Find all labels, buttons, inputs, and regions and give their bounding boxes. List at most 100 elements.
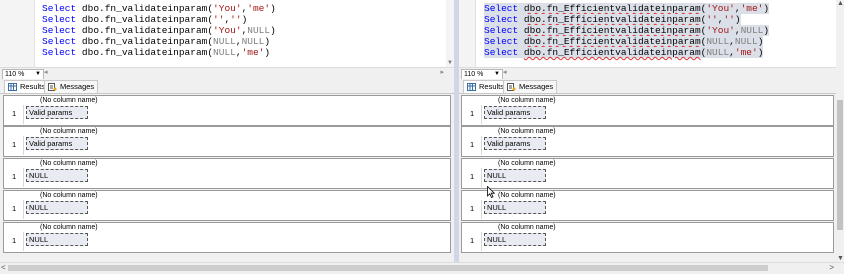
function-name: dbo.fn_validateinparam <box>81 25 208 36</box>
query-editor[interactable]: Select dbo.fn_Efficientvalidateinparam('… <box>459 0 836 67</box>
result-cell[interactable]: NULL <box>484 233 546 246</box>
result-cell[interactable]: NULL <box>484 169 546 182</box>
zoom-value: 110 % <box>5 71 25 78</box>
row-number: 1 <box>12 109 17 118</box>
results-vertical-scrollbar[interactable]: ▲ ▼ <box>836 0 844 262</box>
result-cell[interactable]: NULL <box>484 201 546 214</box>
result-cell[interactable]: NULL <box>26 201 88 214</box>
scroll-left-arrow-icon[interactable]: ◂ <box>44 68 48 76</box>
row-number: 1 <box>12 172 17 181</box>
left-query-pane: Select dbo.fn_validateinparam('You','me'… <box>0 0 454 262</box>
chevron-down-icon: ▼ <box>494 71 500 77</box>
column-header: (No column name) <box>498 128 556 135</box>
row-number: 1 <box>470 236 475 245</box>
row-number: 1 <box>470 204 475 213</box>
row-separator <box>481 200 482 219</box>
query-editor[interactable]: Select dbo.fn_validateinparam('You','me'… <box>0 0 454 67</box>
editor-vertical-scrollbar[interactable]: ▼ <box>446 0 454 67</box>
code-text: Select dbo.fn_validateinparam(NULL,NULL) <box>42 36 270 47</box>
code-line: Select dbo.fn_Efficientvalidateinparam('… <box>484 25 770 36</box>
result-grid[interactable]: (No column name) 1 Valid params <box>461 126 834 157</box>
keyword: Select <box>42 25 77 36</box>
editor-horizontal-scrollbar[interactable]: ◂ <box>503 68 826 78</box>
code-text: Select dbo.fn_validateinparam('You','me'… <box>42 3 276 14</box>
result-cell[interactable]: NULL <box>26 169 88 182</box>
tab-messages[interactable]: Messages <box>503 80 558 93</box>
result-grid[interactable]: (No column name) 1 Valid params <box>3 126 451 157</box>
code-token: ) <box>757 47 764 58</box>
scroll-up-arrow-icon[interactable]: ▲ <box>837 0 844 7</box>
results-area: (No column name) 1 Valid params (No column … <box>459 94 836 262</box>
code-token: ) <box>763 3 770 14</box>
row-number: 1 <box>12 140 17 149</box>
messages-icon <box>507 83 516 91</box>
code-token: 'You' <box>706 3 735 14</box>
keyword: Select <box>42 14 77 25</box>
code-token: NULL <box>213 47 236 58</box>
code-token: '' <box>213 14 225 25</box>
scrollbar-thumb[interactable] <box>8 265 768 271</box>
tab-results[interactable]: Results <box>463 80 509 93</box>
scroll-down-arrow-icon[interactable]: ▼ <box>837 255 844 262</box>
scroll-right-arrow-icon[interactable]: ▸ <box>440 68 444 76</box>
result-cell[interactable]: Valid params <box>26 106 88 119</box>
code-text: Select dbo.fn_Efficientvalidateinparam('… <box>484 3 770 14</box>
result-cell[interactable]: Valid params <box>484 106 546 119</box>
result-grid[interactable]: (No column name) 1 Valid params <box>3 95 451 126</box>
result-grid[interactable]: (No column name) 1 NULL <box>3 222 451 253</box>
column-header: (No column name) <box>498 224 556 231</box>
result-grid[interactable]: (No column name) 1 NULL <box>3 158 451 189</box>
function-name: dbo.fn_validateinparam <box>81 47 208 58</box>
function-name: dbo.fn_validateinparam <box>81 14 208 25</box>
code-token: NULL <box>740 25 764 36</box>
code-token: 'You' <box>706 25 735 36</box>
column-header: (No column name) <box>40 160 98 167</box>
scrollbar-thumb[interactable] <box>837 100 843 230</box>
code-line: Select dbo.fn_Efficientvalidateinparam('… <box>484 14 741 25</box>
row-separator <box>23 105 24 124</box>
code-token: 'me' <box>734 47 758 58</box>
keyword: Select <box>484 3 519 14</box>
code-text: Select dbo.fn_Efficientvalidateinparam(N… <box>484 36 764 47</box>
result-grid[interactable]: (No column name) 1 NULL <box>461 190 834 221</box>
code-line: Select dbo.fn_validateinparam(NULL,'me') <box>42 47 270 58</box>
code-text: Select dbo.fn_validateinparam(NULL,'me') <box>42 47 270 58</box>
result-cell[interactable]: Valid params <box>26 137 88 150</box>
result-grid[interactable]: (No column name) 1 Valid params <box>461 95 834 126</box>
result-cell[interactable]: Valid params <box>484 137 546 150</box>
editor-horizontal-scrollbar[interactable]: ◂ ▸ <box>44 68 444 78</box>
keyword: Select <box>484 36 519 47</box>
row-separator <box>481 168 482 187</box>
function-name: dbo.fn_validateinparam <box>81 36 208 47</box>
code-token: 'me' <box>241 47 265 58</box>
scroll-right-arrow-icon[interactable]: > <box>829 263 834 272</box>
code-line: Select dbo.fn_Efficientvalidateinparam(N… <box>484 36 764 47</box>
row-separator <box>23 200 24 219</box>
code-text: Select dbo.fn_validateinparam('','') <box>42 14 247 25</box>
code-text: Select dbo.fn_Efficientvalidateinparam('… <box>484 14 741 25</box>
keyword: Select <box>42 36 77 47</box>
result-grid[interactable]: (No column name) 1 NULL <box>461 158 834 189</box>
keyword: Select <box>42 47 77 58</box>
result-grid[interactable]: (No column name) 1 NULL <box>461 222 834 253</box>
zoom-value: 110 % <box>464 71 484 78</box>
keyword: Select <box>484 47 519 58</box>
column-header: (No column name) <box>40 97 98 104</box>
code-token: 'You' <box>213 3 242 14</box>
keyword: Select <box>42 3 77 14</box>
scroll-down-arrow-icon[interactable]: ▼ <box>447 60 453 66</box>
code-token: ) <box>264 47 271 58</box>
code-line: Select dbo.fn_validateinparam(NULL,NULL) <box>42 36 270 47</box>
scroll-left-arrow-icon[interactable]: < <box>1 263 6 272</box>
result-cell[interactable]: NULL <box>26 233 88 246</box>
window-horizontal-scrollbar[interactable]: < > <box>0 262 844 274</box>
tab-results[interactable]: Results <box>4 80 50 93</box>
tab-messages[interactable]: Messages <box>44 80 99 93</box>
row-separator <box>23 136 24 155</box>
editor-margin <box>0 0 35 67</box>
mouse-cursor-icon <box>487 186 495 198</box>
scroll-left-arrow-icon[interactable]: ◂ <box>503 68 507 76</box>
code-token: '' <box>230 14 242 25</box>
result-grid[interactable]: (No column name) 1 NULL <box>3 190 451 221</box>
code-line: Select dbo.fn_validateinparam('You','me'… <box>42 3 276 14</box>
